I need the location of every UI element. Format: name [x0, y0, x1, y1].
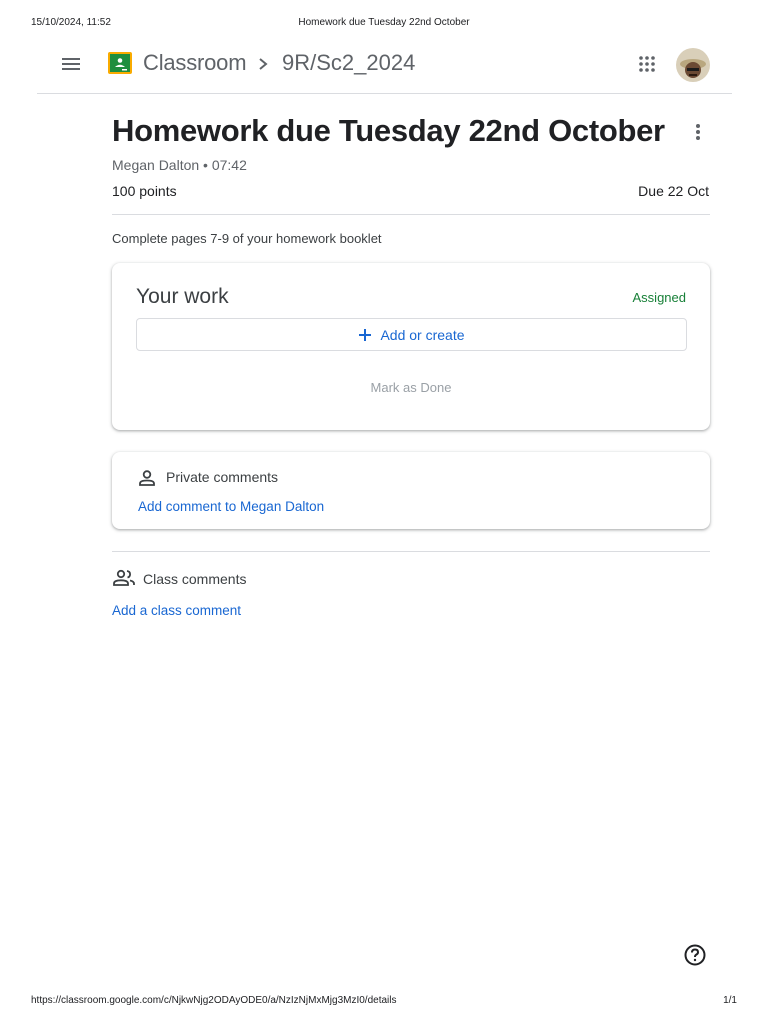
classroom-home-link[interactable]: Classroom	[143, 50, 247, 76]
user-avatar[interactable]	[676, 48, 710, 82]
help-icon[interactable]	[684, 944, 706, 966]
assignment-instructions: Complete pages 7-9 of your homework book…	[112, 231, 382, 246]
add-or-create-label: Add or create	[380, 326, 465, 343]
assignment-points: 100 points	[112, 183, 177, 199]
print-page-title: Homework due Tuesday 22nd October	[298, 17, 470, 28]
your-work-card: Your work Assigned Add or create Mark as…	[112, 263, 710, 430]
print-page-count: 1/1	[723, 995, 737, 1006]
assignment-due-date: Due 22 Oct	[638, 183, 709, 199]
plus-icon	[358, 328, 372, 342]
your-work-title: Your work	[136, 285, 229, 308]
print-url: https://classroom.google.com/c/NjkwNjg2O…	[31, 995, 397, 1006]
apps-grid-icon[interactable]	[636, 53, 658, 75]
breadcrumb-class-name[interactable]: 9R/Sc2_2024	[282, 50, 415, 76]
status-badge: Assigned	[632, 290, 686, 305]
more-vert-icon[interactable]	[688, 121, 708, 143]
private-comments-card: Private comments Add comment to Megan Da…	[112, 452, 710, 529]
hamburger-menu-icon[interactable]	[59, 52, 83, 76]
divider	[112, 214, 710, 215]
add-class-comment-link[interactable]: Add a class comment	[112, 603, 241, 618]
google-classroom-logo[interactable]	[108, 52, 132, 74]
mark-as-done-button[interactable]: Mark as Done	[112, 380, 710, 395]
print-footer: https://classroom.google.com/c/NjkwNjg2O…	[31, 995, 737, 1009]
private-comments-title: Private comments	[166, 469, 279, 485]
class-comments-title: Class comments	[143, 571, 247, 587]
person-icon	[137, 468, 157, 488]
print-header: 15/10/2024, 11:52 Homework due Tuesday 2…	[31, 17, 737, 31]
add-or-create-button[interactable]: Add or create	[136, 318, 687, 351]
people-icon	[112, 568, 136, 588]
assignment-title: Homework due Tuesday 22nd October	[112, 113, 665, 148]
top-app-bar: Classroom 9R/Sc2_2024	[37, 40, 732, 94]
add-private-comment-link[interactable]: Add comment to Megan Dalton	[138, 499, 324, 514]
assignment-author-time: Megan Dalton • 07:42	[112, 157, 247, 173]
divider	[112, 551, 710, 552]
chevron-right-icon	[256, 52, 272, 76]
